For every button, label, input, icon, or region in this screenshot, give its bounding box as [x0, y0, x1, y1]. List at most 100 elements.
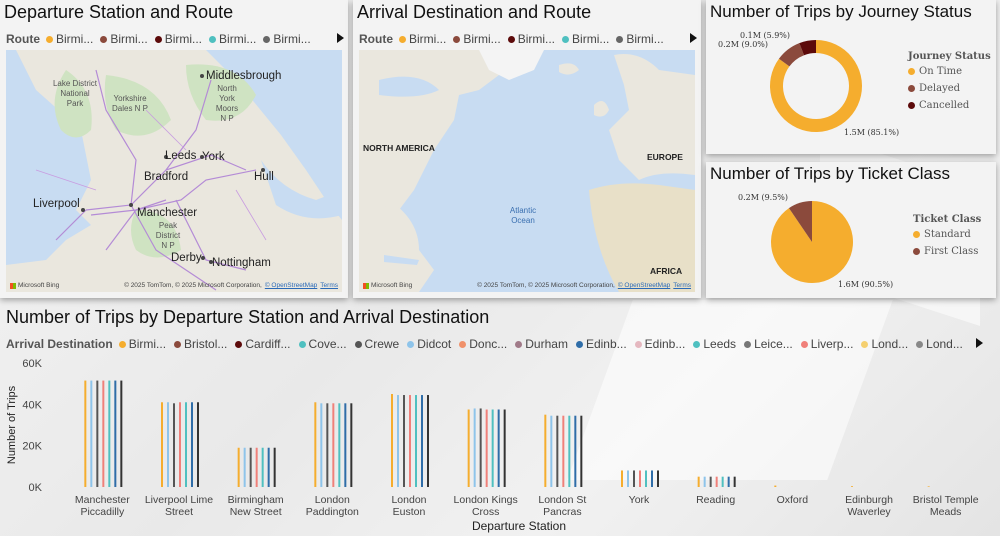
departure-map-card[interactable]: Departure Station and Route Route Birmi.… — [0, 0, 348, 298]
bar[interactable] — [391, 394, 393, 487]
legend-item[interactable]: Birmi... — [562, 32, 609, 46]
bar[interactable] — [550, 415, 553, 487]
bar[interactable] — [161, 402, 163, 487]
bar[interactable] — [267, 447, 270, 487]
bar[interactable] — [633, 470, 635, 487]
bar[interactable] — [721, 476, 724, 487]
bar[interactable] — [467, 409, 470, 488]
bar[interactable] — [102, 380, 105, 487]
legend-item[interactable]: Cardiff... — [235, 337, 291, 351]
terms-link[interactable]: Terms — [673, 282, 691, 289]
bar[interactable] — [562, 415, 565, 487]
departure-map[interactable]: Middlesbrough Lake District National Par… — [6, 50, 342, 292]
bar[interactable] — [338, 403, 341, 487]
bar[interactable] — [485, 409, 488, 488]
osm-link[interactable]: © OpenStreetMap — [618, 282, 670, 289]
bar[interactable] — [621, 470, 623, 487]
legend-next-arrow-icon[interactable] — [337, 33, 344, 43]
arrival-map[interactable]: NORTH AMERICA EUROPE Atlantic Ocean AFRI… — [359, 50, 695, 292]
legend-item[interactable]: Birmi... — [118, 337, 166, 351]
bar[interactable] — [556, 415, 559, 487]
bar[interactable] — [326, 403, 329, 487]
bar[interactable] — [927, 486, 930, 487]
bar-chart-plot[interactable]: 0K 20K 40K 60K Number of Trips Manchester Picc… — [0, 354, 1000, 536]
bar[interactable] — [709, 476, 712, 487]
legend-item[interactable]: Cancelled — [908, 100, 991, 111]
legend-item[interactable]: Durham — [515, 337, 568, 351]
bar[interactable] — [645, 470, 647, 487]
osm-link[interactable]: © OpenStreetMap — [265, 282, 317, 289]
bar[interactable] — [774, 485, 777, 487]
bar[interactable] — [249, 447, 252, 487]
legend-item[interactable]: Birmi... — [154, 32, 202, 46]
bar[interactable] — [191, 402, 193, 487]
bar[interactable] — [114, 380, 117, 487]
legend-item[interactable]: Birmi... — [46, 32, 93, 46]
bar[interactable] — [179, 402, 181, 487]
bar[interactable] — [261, 447, 264, 487]
bar[interactable] — [273, 447, 276, 487]
legend-next-arrow-icon[interactable] — [690, 33, 697, 43]
bar[interactable] — [568, 415, 571, 487]
bar[interactable] — [473, 408, 476, 487]
bar[interactable] — [314, 402, 317, 487]
bar[interactable] — [503, 409, 506, 488]
bar[interactable] — [255, 447, 258, 487]
bar[interactable] — [427, 395, 429, 487]
bar[interactable] — [397, 395, 399, 487]
bar[interactable] — [544, 414, 547, 487]
journey-status-card[interactable]: Number of Trips by Journey Status 0.1M (… — [706, 0, 996, 154]
bar[interactable] — [497, 409, 500, 488]
bar[interactable] — [197, 402, 199, 487]
bar[interactable] — [479, 408, 482, 487]
bar[interactable] — [415, 395, 417, 487]
legend-item[interactable]: Delayed — [908, 83, 991, 94]
arrival-map-card[interactable]: Arrival Destination and Route Route Birm… — [353, 0, 701, 298]
bar[interactable] — [715, 476, 718, 487]
terms-link[interactable]: Terms — [320, 282, 338, 289]
legend-item[interactable]: Birmi... — [263, 32, 311, 46]
legend-item[interactable]: Leeds — [693, 337, 736, 351]
bar[interactable] — [421, 395, 423, 487]
bar[interactable] — [491, 409, 494, 488]
bar[interactable] — [167, 402, 169, 487]
bar[interactable] — [243, 447, 246, 487]
bar[interactable] — [657, 470, 659, 487]
legend-item[interactable]: Donc... — [459, 337, 507, 351]
legend-item[interactable]: Standard — [913, 229, 981, 240]
legend-item[interactable]: Didcot — [407, 337, 451, 351]
bar[interactable] — [350, 403, 353, 487]
bar[interactable] — [403, 395, 405, 487]
bar[interactable] — [851, 486, 853, 487]
legend-item[interactable]: Birmi... — [399, 32, 446, 46]
legend-item[interactable]: On Time — [908, 66, 991, 77]
bar[interactable] — [409, 395, 411, 487]
bar[interactable] — [639, 470, 641, 487]
bar[interactable] — [574, 415, 577, 487]
bar[interactable] — [173, 403, 175, 487]
bar[interactable] — [727, 476, 730, 487]
bar[interactable] — [90, 380, 93, 487]
ticket-class-card[interactable]: Number of Trips by Ticket Class 0.2M (9.… — [706, 162, 996, 298]
bar[interactable] — [332, 403, 335, 487]
legend-item[interactable]: Leice... — [744, 337, 793, 351]
legend-item[interactable]: Crewe — [354, 337, 399, 351]
legend-item[interactable]: Birmi... — [209, 32, 256, 46]
bar[interactable] — [185, 402, 187, 487]
bar[interactable] — [627, 470, 629, 487]
bar[interactable] — [651, 470, 653, 487]
legend-item[interactable]: Birmi... — [453, 32, 501, 46]
legend-item[interactable]: Edinb... — [634, 337, 685, 351]
bar[interactable] — [84, 380, 87, 487]
legend-item[interactable]: Bristol... — [174, 337, 227, 351]
legend-item[interactable]: Lond... — [916, 337, 963, 351]
legend-item[interactable]: Cove... — [298, 337, 347, 351]
bar[interactable] — [120, 380, 123, 487]
legend-item[interactable]: Birmi... — [100, 32, 148, 46]
legend-item[interactable]: Birmi... — [616, 32, 664, 46]
legend-item[interactable]: First Class — [913, 246, 981, 257]
bar[interactable] — [703, 476, 706, 487]
legend-item[interactable]: Liverp... — [800, 337, 853, 351]
bar[interactable] — [237, 447, 240, 487]
legend-next-arrow-icon[interactable] — [976, 338, 983, 348]
